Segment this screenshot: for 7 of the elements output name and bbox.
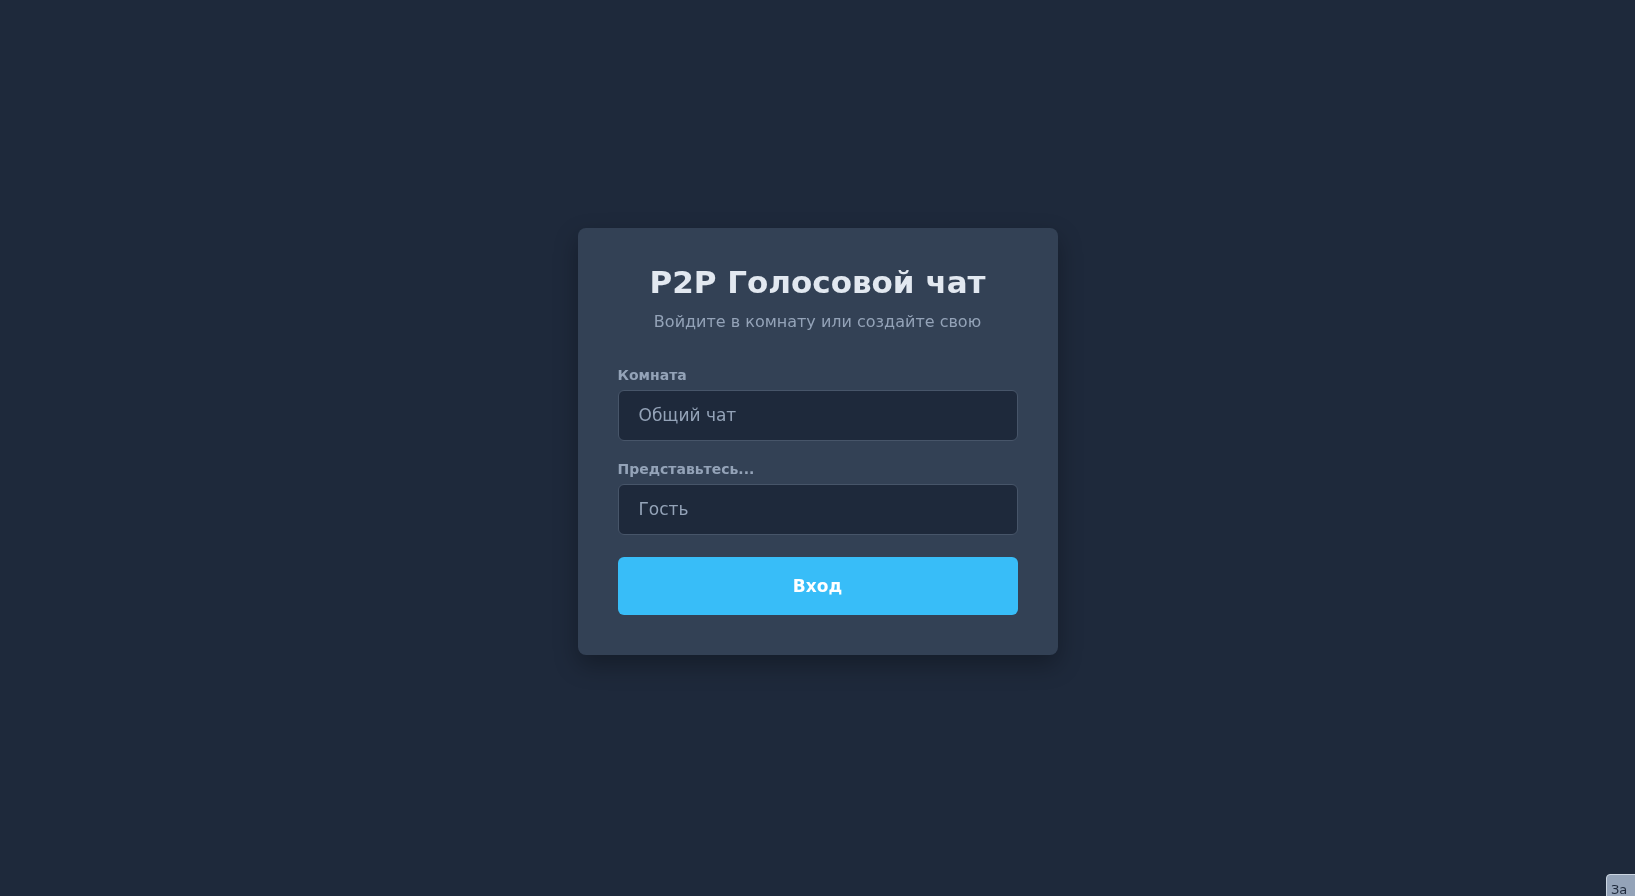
title: P2P Голосовой чат	[648, 263, 987, 300]
input-field[interactable]: Гость	[617, 483, 1018, 535]
field-label: Представьтесь...	[617, 460, 756, 477]
field-label: Комната	[617, 366, 688, 383]
corner-button[interactable]: За	[1606, 874, 1635, 896]
input-field[interactable]: Общий чат	[617, 389, 1018, 441]
subtitle: Войдите в комнату или создайте свою	[652, 311, 983, 331]
